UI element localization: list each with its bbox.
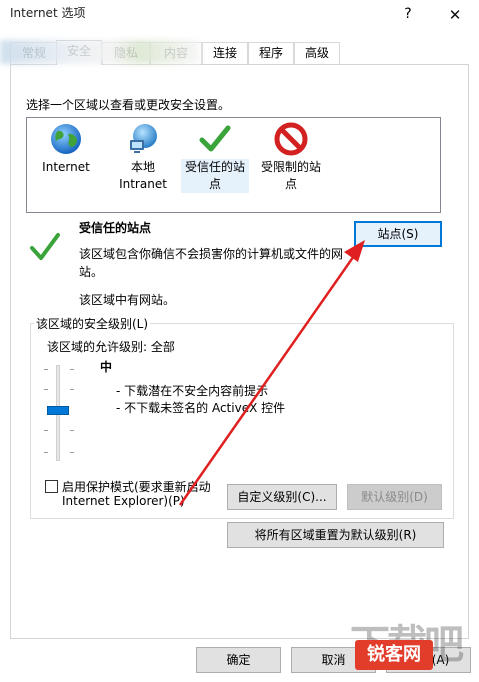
slider-tick [70, 430, 74, 431]
slider-tick [44, 452, 48, 453]
tab-connections[interactable]: 连接 [202, 42, 248, 64]
slider-tick [70, 369, 74, 370]
zone-label: 受信任的站点 [181, 159, 249, 193]
security-level-label: 该区域的安全级别(L) [34, 315, 151, 332]
slider-tick [44, 389, 48, 390]
trusted-check-icon [30, 233, 60, 260]
watermark-badge: 锐客网 [355, 640, 433, 670]
zone-label: Internet [42, 160, 90, 174]
allowed-level-text: 该区域的允许级别: 全部 [47, 340, 175, 354]
tab-advanced[interactable]: 高级 [294, 42, 340, 64]
ok-button[interactable]: 确定 [196, 647, 281, 673]
level-detail: - 下载潜在不安全内容前提示 [116, 384, 269, 398]
custom-level-button[interactable]: 自定义级别(C)... [227, 484, 337, 510]
zone-list: Internet 本地 Intranet 受信任的站点 受限制的站点 [26, 117, 441, 213]
zone-label: 受限制的站点 [261, 160, 322, 191]
window-title: Internet 选项 [10, 6, 86, 20]
globe-icon [51, 124, 81, 154]
slider-tick [44, 369, 48, 370]
level-detail: - 不下载未签名的 ActiveX 控件 [116, 401, 286, 415]
zone-local-intranet[interactable]: 本地 Intranet [111, 118, 175, 212]
zone-description: 该区域包含你确信不会损害你的计算机或文件的网站。 [79, 247, 344, 279]
sites-button[interactable]: 站点(S) [354, 221, 442, 247]
level-name: 中 [100, 360, 113, 374]
protected-mode-checkbox[interactable] [45, 480, 58, 493]
no-entry-icon [274, 122, 308, 156]
blurred-region [0, 40, 200, 64]
slider-tick [70, 389, 74, 390]
reset-all-zones-button[interactable]: 将所有区域重置为默认级别(R) [227, 522, 444, 548]
slider-tick [70, 452, 74, 453]
selected-zone-title: 受信任的站点 [79, 221, 152, 235]
help-button[interactable]: ? [398, 4, 418, 24]
zone-restricted-sites[interactable]: 受限制的站点 [257, 118, 325, 212]
default-level-button[interactable]: 默认级别(D) [347, 484, 442, 510]
tab-programs[interactable]: 程序 [248, 42, 294, 64]
intranet-globe-icon [130, 124, 157, 153]
protected-mode-label-line2: Internet Explorer)(P) [62, 494, 185, 508]
security-slider-thumb[interactable] [47, 406, 69, 415]
zone-label: 本地 Intranet [119, 160, 167, 191]
check-icon [199, 125, 231, 152]
zone-trusted-sites[interactable]: 受信任的站点 [181, 118, 249, 212]
zone-prompt-label: 选择一个区域以查看或更改安全设置。 [26, 98, 231, 112]
close-button[interactable]: ✕ [443, 4, 467, 26]
title-bar: Internet 选项 ? ✕ [0, 0, 479, 30]
zone-internet[interactable]: Internet [33, 118, 99, 212]
protected-mode-label: 启用保护模式(要求重新启动 [62, 480, 211, 494]
slider-tick [44, 430, 48, 431]
zone-sites-note: 该区域中有网站。 [79, 293, 176, 307]
